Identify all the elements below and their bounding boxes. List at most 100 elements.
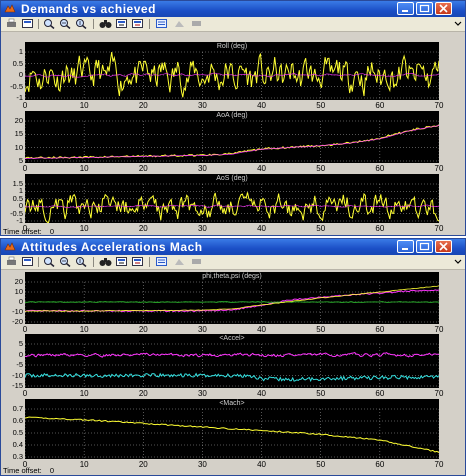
zoom-x-icon[interactable] [59, 256, 72, 267]
dock-icon[interactable] [190, 18, 203, 29]
x-tick-label: 0 [22, 325, 28, 334]
params-icon[interactable] [155, 18, 168, 29]
x-tick-label: 0 [22, 389, 28, 398]
params-icon[interactable] [155, 256, 168, 267]
x-tick-label: 70 [434, 325, 444, 334]
x-tick-label: 10 [79, 224, 89, 233]
y-tick-label: 0.5 [12, 58, 23, 68]
matlab-icon [4, 4, 16, 13]
y-tick-label: 1 [18, 47, 23, 56]
binoculars-icon[interactable] [99, 256, 112, 267]
x-tick-label: 10 [79, 101, 89, 110]
series-line-magenta [25, 352, 439, 358]
scope-axes-accel[interactable]: <Accel> [25, 334, 439, 388]
y-tick-label: 10 [14, 142, 23, 152]
x-tick-label: 0 [22, 164, 28, 173]
x-tick-label: 20 [138, 224, 148, 233]
title-bar[interactable]: Demands vs achieved [1, 1, 465, 17]
save-axes-icon[interactable] [115, 18, 128, 29]
axes-title: AoA (deg) [216, 112, 248, 119]
x-tick-label: 10 [79, 389, 89, 398]
x-tick-label: 30 [197, 325, 207, 334]
y-tick-label: 20 [14, 277, 23, 286]
y-tick-label: 0 [18, 70, 23, 79]
x-tick-label: 20 [138, 164, 148, 173]
series-line-magenta [25, 289, 439, 313]
axes-title: <Mach> [219, 400, 245, 407]
series-line-yellow [25, 192, 439, 223]
restore-axes-icon[interactable] [131, 18, 144, 29]
float-icon[interactable] [173, 256, 186, 267]
minimize-button[interactable] [397, 2, 414, 15]
save-axes-icon[interactable] [115, 256, 128, 267]
x-tick-label: 30 [197, 389, 207, 398]
zoom-icon[interactable] [43, 18, 56, 29]
x-tick-label: 50 [316, 389, 326, 398]
dock-icon[interactable] [190, 256, 203, 267]
x-tick-label: 70 [434, 224, 444, 233]
axes-title: <Accel> [219, 335, 245, 342]
series-line-yellow [25, 285, 439, 312]
print-icon[interactable] [5, 18, 18, 29]
y-tick-label: -10 [12, 370, 23, 380]
print-setup-icon[interactable] [21, 18, 34, 29]
y-tick-label: 0.6 [12, 416, 23, 425]
series-line-cyan [25, 372, 439, 383]
x-tick-label: 40 [257, 224, 267, 233]
zoom-y-icon[interactable] [75, 18, 88, 29]
x-tick-label: 0 [22, 460, 28, 469]
scope-window-attitudes: Attitudes Accelerations Mach phi,theta,p… [0, 238, 466, 476]
y-tick-label: -5 [16, 360, 23, 369]
x-tick-label: 40 [257, 164, 267, 173]
x-tick-label: 50 [316, 164, 326, 173]
window-title: Demands vs achieved [21, 2, 156, 16]
scope-axes-roll[interactable]: Roll (deg) [25, 42, 439, 100]
toolbar-separator [149, 257, 150, 267]
toolbar-overflow-icon[interactable] [453, 256, 466, 267]
x-tick-label: 70 [434, 164, 444, 173]
close-button[interactable] [435, 240, 452, 253]
title-bar[interactable]: Attitudes Accelerations Mach [1, 239, 465, 255]
x-tick-label: 60 [375, 101, 385, 110]
x-tick-label: 40 [257, 101, 267, 110]
minimize-button[interactable] [397, 240, 414, 253]
scope-axes-aos[interactable]: AoS (deg) [25, 174, 439, 223]
x-tick-label: 40 [257, 389, 267, 398]
axes-title: Roll (deg) [216, 43, 248, 50]
y-tick-label: 10 [14, 287, 23, 296]
print-setup-icon[interactable] [21, 256, 34, 267]
float-icon[interactable] [173, 18, 186, 29]
x-tick-label: 20 [138, 101, 148, 110]
x-tick-label: 60 [375, 164, 385, 173]
x-tick-label: 60 [375, 389, 385, 398]
maximize-button[interactable] [416, 240, 433, 253]
axes-title: phi,theta,psi (degs) [202, 273, 262, 280]
x-tick-label: 20 [138, 460, 148, 469]
x-tick-label: 10 [79, 164, 89, 173]
maximize-button[interactable] [416, 2, 433, 15]
x-tick-label: 30 [197, 164, 207, 173]
plot-area: phi,theta,psi (degs) <Accel> <Mach> Time… [1, 270, 465, 475]
binoculars-icon[interactable] [99, 18, 112, 29]
zoom-x-icon[interactable] [59, 18, 72, 29]
zoom-y-icon[interactable] [75, 256, 88, 267]
x-tick-label: 70 [434, 389, 444, 398]
restore-axes-icon[interactable] [131, 256, 144, 267]
scope-axes-attitudes[interactable]: phi,theta,psi (degs) [25, 272, 439, 324]
zoom-icon[interactable] [43, 256, 56, 267]
x-tick-label: 40 [257, 460, 267, 469]
time-offset-value: 0 [49, 466, 55, 475]
x-tick-label: 10 [79, 460, 89, 469]
close-button[interactable] [435, 2, 452, 15]
print-icon[interactable] [5, 256, 18, 267]
series-line-yellow [25, 124, 439, 160]
scope-axes-aoa[interactable]: AoA (deg) [25, 111, 439, 163]
axes-title: AoS (deg) [216, 175, 248, 182]
y-tick-label: 0.5 [12, 428, 23, 437]
time-offset-value: 0 [49, 227, 55, 236]
x-tick-label: 0 [22, 101, 28, 110]
y-tick-label: 20 [14, 116, 23, 125]
x-tick-label: 20 [138, 325, 148, 334]
toolbar-overflow-icon[interactable] [453, 18, 466, 29]
scope-axes-mach[interactable]: <Mach> [25, 399, 439, 459]
